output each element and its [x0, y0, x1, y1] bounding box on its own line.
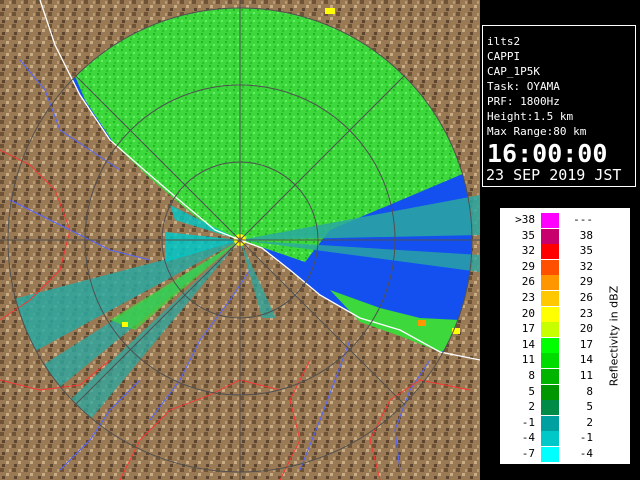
legend-lower-bound: 11: [521, 353, 535, 367]
legend-lower-bound: 29: [521, 259, 535, 273]
legend-upper-bound: 23: [579, 306, 593, 320]
legend-swatch: [541, 259, 559, 275]
legend-upper-bound: 26: [579, 291, 593, 304]
echo-cell-coast: [418, 320, 426, 326]
legend-lower-bound: -7: [521, 447, 535, 460]
legend-swatch: [541, 431, 559, 447]
legend-upper-bound: 29: [579, 275, 593, 289]
echo-cell-north: [325, 8, 335, 14]
scan-time: 16:00:00: [487, 139, 608, 168]
site-name: ilts2: [487, 35, 521, 48]
legend-lower-bound: 23: [521, 291, 535, 304]
legend-upper-bound: 20: [579, 322, 593, 336]
legend-swatch: [541, 322, 559, 338]
legend-swatch: [541, 353, 559, 369]
legend-lower-bound: -4: [521, 431, 535, 445]
legend-lower-bound: 35: [521, 228, 535, 242]
legend-swatch: [541, 213, 559, 228]
info-panel: ilts2 CAPPI CAP_1P5K Task: OYAMA PRF: 18…: [480, 0, 640, 480]
legend-swatch: [541, 384, 559, 400]
product-name: CAP_1P5K: [487, 65, 540, 78]
legend-swatch: [541, 275, 559, 291]
legend-upper-bound: 38: [579, 228, 593, 242]
reflectivity-legend: >38 --- 35 38 32 35 29 32 26 29 23 26 20 23 17 20 14 17 11…: [500, 208, 630, 464]
legend-lower-bound: 14: [521, 337, 535, 351]
legend-upper-bound: 14: [579, 353, 593, 367]
legend-upper-bound: 11: [579, 369, 593, 382]
product-type: CAPPI: [487, 50, 521, 63]
legend-lower-bound: 5: [528, 384, 535, 398]
legend-swatch: [541, 228, 559, 244]
legend-swatch: [541, 306, 559, 322]
legend-lower-bound: -1: [521, 415, 535, 429]
legend-swatch: [541, 369, 559, 384]
echo-cell-west: [122, 322, 128, 327]
legend-swatch: [541, 244, 559, 260]
legend-swatch: [541, 400, 559, 416]
legend-lower-bound: 32: [521, 244, 535, 258]
legend-label: Reflectivity in dBZ: [607, 285, 621, 387]
legend-lower-bound: 2: [528, 400, 535, 414]
legend-swatch: [541, 291, 559, 306]
legend-upper-bound: -4: [579, 447, 593, 460]
legend-upper-bound: 8: [586, 384, 593, 398]
legend-upper-bound: -1: [579, 431, 593, 445]
radar-map: [0, 0, 480, 480]
prf-value: PRF: 1800Hz: [487, 95, 560, 108]
legend-upper-bound: 5: [586, 400, 593, 414]
legend-lower-bound: >38: [515, 213, 535, 226]
task-name: Task: OYAMA: [487, 80, 560, 93]
legend-swatch: [541, 415, 559, 431]
legend-swatch: [541, 447, 559, 462]
legend-lower-bound: 17: [521, 322, 535, 336]
legend-upper-bound: 17: [579, 337, 593, 351]
max-range-value: Max Range:80 km: [487, 125, 587, 138]
legend-lower-bound: 26: [521, 275, 535, 289]
legend-swatch: [541, 337, 559, 353]
scan-info-box: ilts2 CAPPI CAP_1P5K Task: OYAMA PRF: 18…: [482, 25, 636, 187]
legend-upper-bound: ---: [573, 213, 593, 226]
legend-upper-bound: 2: [586, 415, 593, 429]
legend-upper-bound: 32: [579, 259, 593, 273]
legend-lower-bound: 20: [521, 306, 535, 320]
legend-lower-bound: 8: [528, 369, 535, 382]
legend-upper-bound: 35: [579, 244, 593, 258]
height-value: Height:1.5 km: [487, 110, 574, 123]
scan-date: 23 SEP 2019 JST: [486, 166, 622, 184]
